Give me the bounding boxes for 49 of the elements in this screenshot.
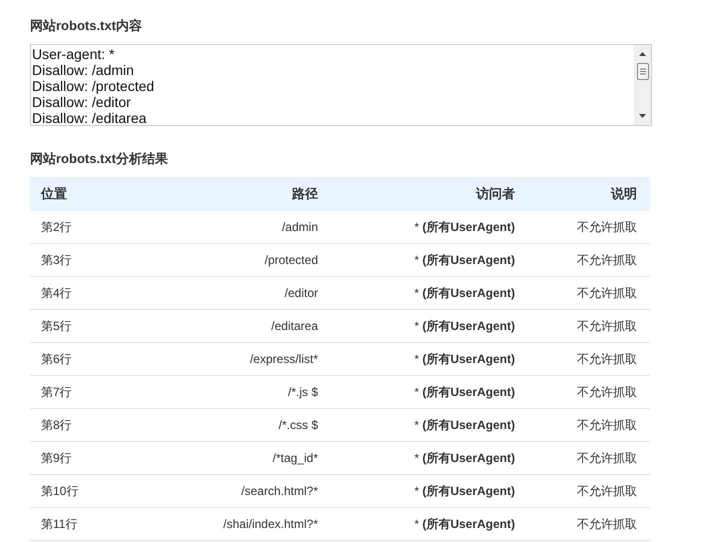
table-cell: /search.html?*	[241, 484, 318, 498]
table-cell: 不允许抓取	[577, 416, 637, 434]
table-cell: *(所有UserAgent)	[414, 252, 515, 268]
table-cell: *(所有UserAgent)	[414, 318, 515, 334]
table-cell: 第7行	[41, 384, 72, 400]
table-cell: /express/list*	[250, 352, 318, 366]
column-header: 位置	[41, 185, 67, 203]
table-cell: 第8行	[41, 416, 72, 434]
table-cell: 第11行	[41, 516, 78, 532]
column-header: 路径	[292, 185, 318, 203]
table-cell: *(所有UserAgent)	[414, 450, 515, 466]
column-header: 访问者	[476, 185, 515, 203]
section-title: 网站robots.txt内容	[30, 18, 142, 34]
table-cell: 第4行	[41, 284, 72, 302]
table-cell: /shai/index.html?*	[223, 517, 318, 531]
table-cell: 不允许抓取	[577, 252, 637, 268]
table-cell: *(所有UserAgent)	[414, 384, 515, 400]
table-cell: 不允许抓取	[577, 450, 637, 466]
table-cell: /protected	[264, 253, 318, 267]
table-cell: 第5行	[41, 318, 72, 334]
table-cell: /*.js $	[288, 385, 318, 399]
table-cell: /editor	[284, 286, 318, 300]
table-cell: 不允许抓取	[577, 384, 637, 400]
table-cell: 不允许抓取	[577, 318, 637, 334]
table-cell: 不允许抓取	[577, 350, 637, 368]
table-cell: 不允许抓取	[577, 218, 637, 236]
table-cell: *(所有UserAgent)	[414, 416, 515, 434]
table-cell: *(所有UserAgent)	[414, 350, 515, 368]
table-cell: /*tag_id*	[272, 451, 318, 465]
column-header: 说明	[611, 185, 637, 203]
table-cell: /editarea	[271, 319, 318, 333]
table-cell: 不允许抓取	[577, 284, 637, 302]
section-title: 网站robots.txt分析结果	[30, 151, 168, 167]
table-cell: 第10行	[41, 482, 78, 500]
table-cell: 第6行	[41, 350, 72, 368]
table-cell: 第9行	[41, 450, 72, 466]
table-cell: 第3行	[41, 252, 72, 268]
table-cell: 不允许抓取	[577, 516, 637, 532]
table-cell: *(所有UserAgent)	[414, 482, 515, 500]
scrollbar[interactable]	[634, 45, 651, 125]
table-cell: *(所有UserAgent)	[414, 284, 515, 302]
table-cell: 第2行	[41, 218, 72, 236]
table-cell: /admin	[282, 220, 318, 234]
table-cell: *(所有UserAgent)	[414, 218, 515, 236]
robots-text: User-agent: * Disallow: /admin Disallow: /protected Disallow: /editor Disallow: /editarea	[31, 45, 156, 125]
table-cell: 不允许抓取	[577, 482, 637, 500]
robots-text-field[interactable]: User-agent: * Disallow: /admin Disallow: /protected Disallow: /editor Disallow: /editarea	[30, 44, 652, 126]
table-cell: /*.css $	[278, 418, 318, 432]
table-cell: *(所有UserAgent)	[414, 516, 515, 532]
